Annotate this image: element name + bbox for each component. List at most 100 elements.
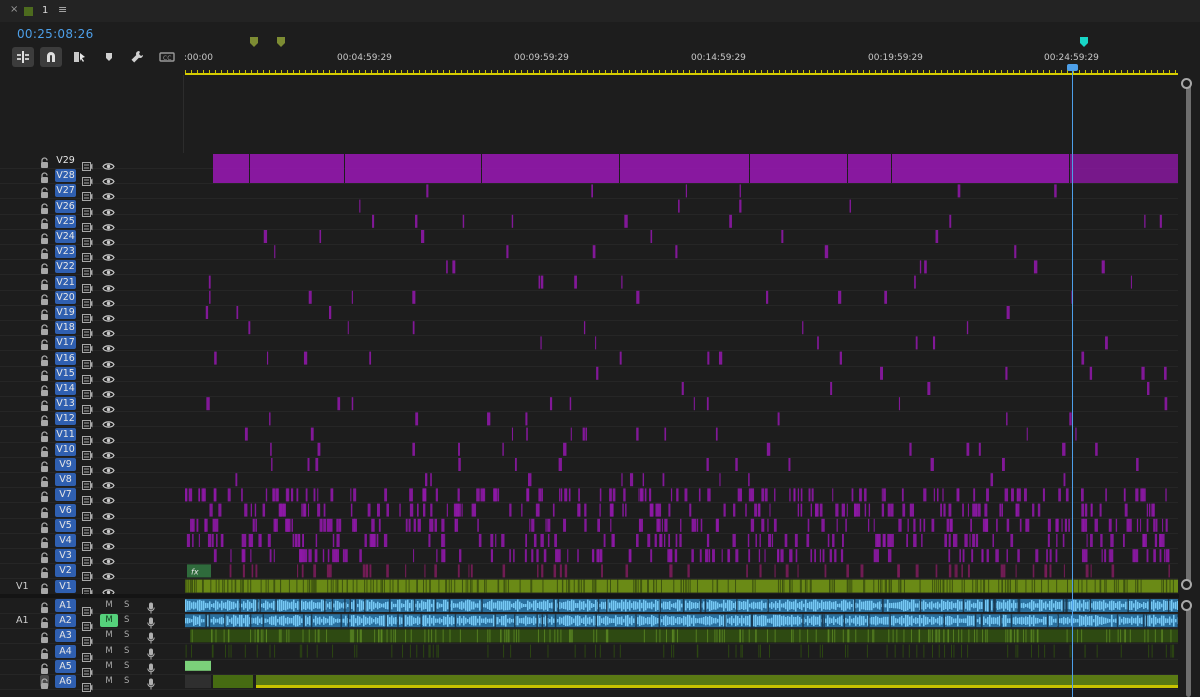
audio-waveform[interactable] xyxy=(877,602,879,609)
audio-waveform[interactable] xyxy=(717,618,719,623)
audio-waveform[interactable] xyxy=(541,601,543,610)
audio-waveform[interactable] xyxy=(1039,618,1041,623)
video-clip-sliver[interactable] xyxy=(265,488,268,502)
audio-waveform[interactable] xyxy=(289,602,291,609)
clip-edit-line[interactable] xyxy=(1031,579,1033,593)
audio-waveform[interactable] xyxy=(351,602,353,609)
clip-edit-line[interactable] xyxy=(1009,629,1011,643)
audio-waveform[interactable] xyxy=(825,618,827,623)
video-clip-sliver[interactable] xyxy=(1110,534,1114,547)
audio-waveform[interactable] xyxy=(657,601,659,610)
clip-edit-line[interactable] xyxy=(353,629,355,643)
audio-waveform[interactable] xyxy=(395,603,397,608)
audio-waveform[interactable] xyxy=(687,602,689,609)
video-clip-sliver[interactable] xyxy=(242,564,245,578)
clip-edit-line[interactable] xyxy=(968,629,970,643)
audio-waveform[interactable] xyxy=(593,615,595,626)
audio-waveform[interactable] xyxy=(553,618,555,623)
clip-edit-line[interactable] xyxy=(383,579,385,593)
audio-waveform[interactable] xyxy=(581,601,583,610)
audio-waveform[interactable] xyxy=(987,617,989,625)
clip-edit-line[interactable] xyxy=(1166,579,1168,593)
clip-edit-line[interactable] xyxy=(370,579,372,593)
video-clip-sliver[interactable] xyxy=(598,518,600,532)
video-clip-sliver[interactable] xyxy=(1151,503,1155,517)
video-clip-sliver[interactable] xyxy=(1081,351,1085,365)
audio-waveform[interactable] xyxy=(1173,602,1175,609)
clip-edit-line[interactable] xyxy=(931,629,933,643)
audio-waveform[interactable] xyxy=(339,618,341,623)
audio-waveform[interactable] xyxy=(633,618,635,623)
video-clip-sliver[interactable] xyxy=(1161,534,1165,547)
audio-waveform[interactable] xyxy=(915,617,917,625)
clip-edit-line[interactable] xyxy=(279,579,281,593)
audio-waveform[interactable] xyxy=(941,599,943,612)
video-clip-sliver[interactable] xyxy=(838,290,842,304)
audio-waveform[interactable] xyxy=(695,602,697,609)
audio-waveform[interactable] xyxy=(1079,615,1081,627)
audio-waveform[interactable] xyxy=(609,618,611,624)
audio-waveform[interactable] xyxy=(307,602,309,609)
clip-edit-line[interactable] xyxy=(1009,579,1011,593)
video-clip-sliver[interactable] xyxy=(336,518,339,532)
audio-waveform[interactable] xyxy=(415,618,417,624)
video-clip-sliver[interactable] xyxy=(1135,488,1139,502)
audio-waveform[interactable] xyxy=(253,599,255,612)
clip-edit-line[interactable] xyxy=(903,579,905,593)
video-clip-sliver[interactable] xyxy=(1085,564,1089,578)
video-clip-sliver[interactable] xyxy=(681,382,684,395)
audio-waveform[interactable] xyxy=(405,615,407,627)
clip-edit-line[interactable] xyxy=(946,579,948,593)
clip-edit-line[interactable] xyxy=(695,629,697,643)
video-clip-sliver[interactable] xyxy=(301,503,303,517)
video-clip-sliver[interactable] xyxy=(457,564,460,578)
audio-waveform[interactable] xyxy=(1099,617,1101,625)
clip-edit-line[interactable] xyxy=(1171,644,1173,658)
audio-waveform[interactable] xyxy=(1173,614,1175,627)
clip-edit-line[interactable] xyxy=(961,579,963,593)
clip-edit-line[interactable] xyxy=(748,629,750,643)
clip-edit-line[interactable] xyxy=(867,629,869,643)
audio-waveform[interactable] xyxy=(1121,603,1123,608)
video-clip-sliver[interactable] xyxy=(718,351,723,365)
video-clip-sliver[interactable] xyxy=(740,488,743,502)
clip-edit-line[interactable] xyxy=(673,629,675,643)
clip-edit-line[interactable] xyxy=(810,579,812,593)
video-clip-sliver[interactable] xyxy=(1084,518,1088,532)
audio-waveform[interactable] xyxy=(1069,618,1071,623)
audio-waveform[interactable] xyxy=(831,618,833,623)
audio-waveform[interactable] xyxy=(777,615,779,627)
audio-waveform[interactable] xyxy=(1125,601,1127,610)
audio-waveform[interactable] xyxy=(419,617,421,624)
audio-waveform[interactable] xyxy=(883,616,885,625)
audio-waveform[interactable] xyxy=(1123,616,1125,625)
audio-waveform[interactable] xyxy=(571,617,573,625)
audio-waveform[interactable] xyxy=(671,616,673,626)
audio-waveform[interactable] xyxy=(769,618,771,623)
video-clip-sliver[interactable] xyxy=(800,488,803,502)
audio-waveform[interactable] xyxy=(843,599,845,612)
clip-edit-line[interactable] xyxy=(364,579,366,593)
audio-waveform[interactable] xyxy=(1141,603,1143,608)
audio-waveform[interactable] xyxy=(903,617,905,624)
audio-waveform[interactable] xyxy=(317,602,319,609)
audio-waveform[interactable] xyxy=(479,600,481,611)
audio-waveform[interactable] xyxy=(1027,603,1029,608)
video-clip-sliver[interactable] xyxy=(773,518,777,532)
video-clip-sliver[interactable] xyxy=(250,549,252,563)
audio-waveform[interactable] xyxy=(823,601,825,610)
video-clip-sliver[interactable] xyxy=(470,564,473,578)
audio-waveform[interactable] xyxy=(1159,601,1161,610)
audio-waveform[interactable] xyxy=(283,601,285,610)
audio-waveform[interactable] xyxy=(493,615,495,627)
clip-edit-line[interactable] xyxy=(606,579,608,593)
clip-edit-line[interactable] xyxy=(335,579,337,593)
audio-waveform[interactable] xyxy=(471,616,473,626)
clip-edit-line[interactable] xyxy=(1115,579,1117,593)
audio-waveform[interactable] xyxy=(475,615,477,626)
audio-waveform[interactable] xyxy=(1005,602,1007,609)
video-clip-sliver[interactable] xyxy=(267,534,271,547)
audio-waveform[interactable] xyxy=(929,619,931,623)
audio-waveform[interactable] xyxy=(535,600,537,611)
video-clip-sliver[interactable] xyxy=(612,488,616,502)
